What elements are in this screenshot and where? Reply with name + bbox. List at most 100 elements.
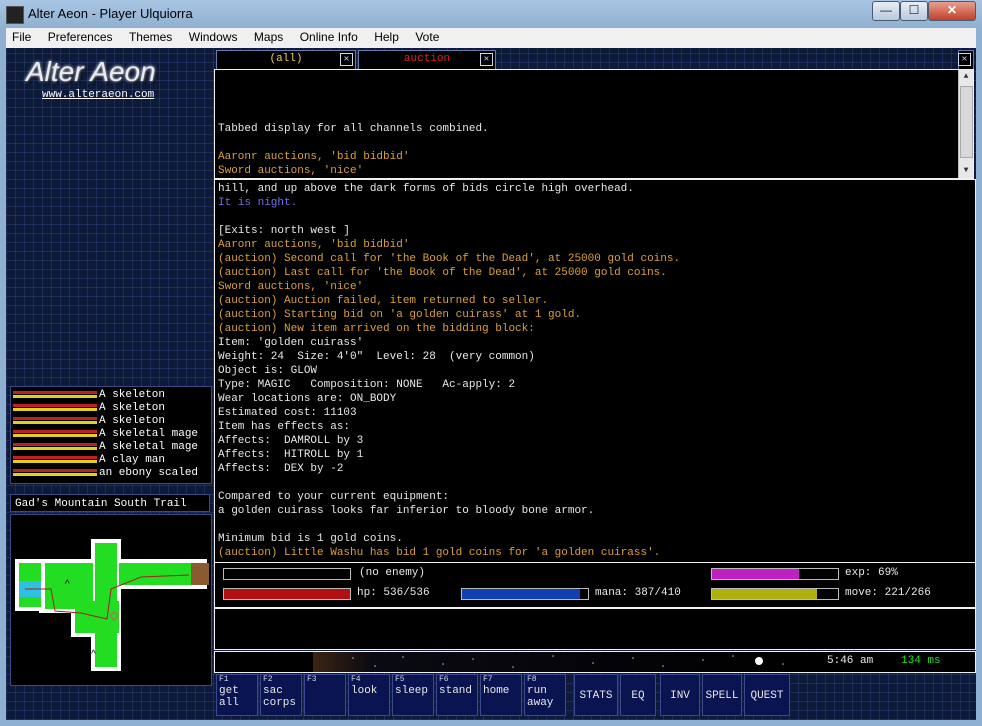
mob-row[interactable]: an ebony scaled	[11, 467, 211, 480]
window-title: Alter Aeon - Player Ulquiorra	[28, 6, 193, 21]
maximize-button[interactable]: ☐	[900, 1, 928, 21]
mob-name: an ebony scaled	[99, 467, 199, 479]
tab-auction[interactable]: auction ✕	[358, 50, 496, 70]
eq-button[interactable]: EQ	[620, 674, 656, 716]
command-input[interactable]	[214, 608, 976, 650]
fkey-f6[interactable]: F6 stand	[436, 674, 478, 716]
tab-label: (all)	[269, 53, 303, 65]
scroll-up-icon[interactable]: ▲	[959, 70, 973, 84]
log-line: Aaronr auctions, 'bid bidbid'	[218, 239, 410, 251]
menu-windows[interactable]: Windows	[183, 28, 244, 44]
tab-all[interactable]: (all) ✕	[216, 50, 356, 70]
mob-row[interactable]: A skeleton	[11, 389, 211, 402]
log-line: Minimum bid is 1 gold coins.	[218, 533, 403, 545]
fkey-label: look	[351, 685, 378, 697]
scroll-down-icon[interactable]: ▼	[959, 164, 973, 178]
hp-bar	[223, 588, 351, 600]
menu-help[interactable]: Help	[368, 28, 405, 44]
quest-button[interactable]: QUEST	[744, 674, 790, 716]
function-keys: F1 get all F2 sac corps F3 F4 look F5 sleep …	[214, 674, 974, 718]
menu-online-info[interactable]: Online Info	[294, 28, 364, 44]
ping-ms: 134 ms	[901, 655, 941, 667]
mob-health-bar	[13, 404, 97, 413]
sky-strip	[313, 652, 809, 672]
fkey-number: F4	[351, 675, 361, 684]
log-line: Item: 'golden cuirass'	[218, 337, 364, 349]
menu-preferences[interactable]: Preferences	[42, 28, 119, 44]
mob-name: A skeleton	[99, 402, 166, 414]
fkey-f5[interactable]: F5 sleep	[392, 674, 434, 716]
spell-button[interactable]: SPELL	[702, 674, 742, 716]
fkey-f4[interactable]: F4 look	[348, 674, 390, 716]
log-line: Affects: DEX by -2	[218, 463, 344, 475]
mob-row[interactable]: A skeletal mage	[11, 428, 211, 441]
scroll-thumb[interactable]	[960, 86, 973, 158]
close-button[interactable]: ✕	[928, 1, 976, 21]
close-icon[interactable]: ✕	[340, 53, 353, 66]
log-line: (auction) Little Washu has bid 1 gold co…	[218, 547, 661, 559]
stats-button[interactable]: STATS	[574, 674, 618, 716]
mob-health-bar	[13, 391, 97, 400]
fkey-f8[interactable]: F8 run away	[524, 674, 566, 716]
mob-health-bar	[13, 469, 97, 478]
fkey-number: F7	[483, 675, 493, 684]
app-window: Alter Aeon - Player Ulquiorra — ☐ ✕ File…	[0, 0, 982, 726]
move-label: move: 221/266	[845, 587, 931, 599]
site-link[interactable]: www.alteraeon.com	[42, 89, 154, 101]
mana-bar	[461, 588, 589, 600]
mob-row[interactable]: A skeleton	[11, 402, 211, 415]
menu-file[interactable]: File	[6, 28, 37, 44]
fkey-number: F3	[307, 675, 317, 684]
log-line: Weight: 24 Size: 4'0" Level: 28 (very co…	[218, 351, 535, 363]
fkey-number: F5	[395, 675, 405, 684]
fkey-label: home	[483, 685, 510, 697]
stars	[352, 655, 784, 668]
game-logo: Alter Aeon	[26, 56, 156, 87]
hp-label: hp: 536/536	[357, 587, 430, 599]
fkey-number: F6	[439, 675, 449, 684]
client-area: Alter Aeon www.alteraeon.com A skeleton A…	[6, 48, 976, 720]
fkey-f1[interactable]: F1 get all	[216, 674, 258, 716]
fkey-label: run away	[527, 685, 554, 709]
fkey-f2[interactable]: F2 sac corps	[260, 674, 302, 716]
exit-up-mark: ^	[65, 579, 70, 590]
mob-row[interactable]: A skeletal mage	[11, 441, 211, 454]
mob-row[interactable]: A skeleton	[11, 415, 211, 428]
tab-label: auction	[403, 53, 451, 65]
move-bar	[711, 588, 839, 600]
enemy-bar	[223, 568, 351, 580]
channel-scrollbar[interactable]: ▲ ▼	[958, 70, 973, 178]
menu-bar: File Preferences Themes Windows Maps Onl…	[6, 28, 976, 48]
minimize-button[interactable]: —	[872, 1, 900, 21]
log-line: (auction) Starting bid on 'a golden cuir…	[218, 309, 582, 321]
log-line: Sword auctions, 'nice'	[218, 281, 364, 293]
close-icon[interactable]: ✕	[958, 53, 971, 66]
mob-health-bar	[13, 417, 97, 426]
tabs-close-all[interactable]: ✕	[958, 50, 974, 70]
log-line: Type: MAGIC Composition: NONE Ac-apply: …	[218, 379, 516, 391]
menu-maps[interactable]: Maps	[248, 28, 289, 44]
log-line: Aaronr auctions, 'bid bidbid'	[218, 151, 410, 163]
mob-row[interactable]: A clay man	[11, 454, 211, 467]
fkey-f7[interactable]: F7 home	[480, 674, 522, 716]
time-bar: 5:46 am 134 ms	[214, 651, 976, 673]
log-line: It is night.	[218, 197, 298, 209]
close-icon[interactable]: ✕	[480, 53, 493, 66]
menu-vote[interactable]: Vote	[409, 28, 445, 44]
area-map[interactable]: ^ ^	[10, 514, 212, 686]
fkey-number: F2	[263, 675, 273, 684]
main-output: hill, and up above the dark forms of bid…	[214, 179, 976, 563]
mob-name: A skeletal mage	[99, 441, 199, 453]
exp-bar	[711, 568, 839, 580]
fkey-label: get all	[219, 685, 239, 709]
log-line: Tabbed display for all channels combined…	[218, 123, 489, 135]
menu-themes[interactable]: Themes	[123, 28, 178, 44]
inv-button[interactable]: INV	[660, 674, 700, 716]
log-line: hill, and up above the dark forms of bid…	[218, 183, 634, 195]
log-line: Sword auctions, 'nice'	[218, 165, 364, 177]
fkey-label: sac corps	[263, 685, 297, 709]
log-line: Wear locations are: ON_BODY	[218, 393, 397, 405]
exit-up-mark: ^	[91, 649, 96, 660]
fkey-f3[interactable]: F3	[304, 674, 346, 716]
